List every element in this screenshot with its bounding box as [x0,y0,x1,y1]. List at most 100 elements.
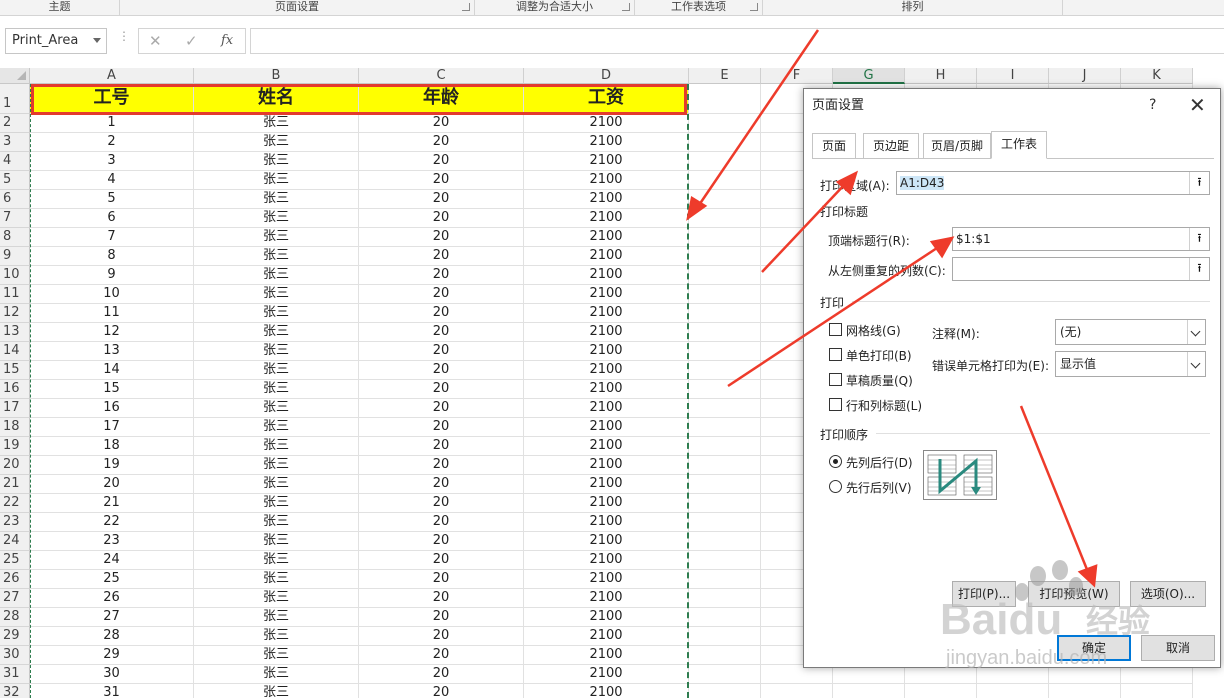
data-cell[interactable]: 2100 [524,190,689,209]
data-cell[interactable]: 29 [30,646,194,665]
tab-sheet[interactable]: 工作表 [991,131,1047,159]
data-cell[interactable]: 张三 [194,570,359,589]
data-cell[interactable]: 2100 [524,247,689,266]
empty-cell[interactable] [689,513,761,532]
data-cell[interactable]: 张三 [194,646,359,665]
row-header[interactable]: 30 [0,646,30,665]
data-cell[interactable]: 张三 [194,323,359,342]
data-cell[interactable]: 23 [30,532,194,551]
empty-cell[interactable] [689,247,761,266]
row-header[interactable]: 1 [0,84,30,114]
row-header[interactable]: 17 [0,399,30,418]
row-header[interactable]: 4 [0,152,30,171]
row-header[interactable]: 19 [0,437,30,456]
data-cell[interactable]: 20 [359,456,524,475]
empty-cell[interactable] [689,114,761,133]
formula-input[interactable] [250,28,1224,54]
row-header[interactable]: 29 [0,627,30,646]
chevron-down-icon[interactable] [1187,352,1205,376]
column-header-e[interactable]: E [689,68,761,84]
row-header[interactable]: 11 [0,285,30,304]
data-cell[interactable]: 2100 [524,437,689,456]
data-cell[interactable]: 2100 [524,361,689,380]
data-cell[interactable]: 2100 [524,456,689,475]
data-cell[interactable]: 20 [359,665,524,684]
column-header-c[interactable]: C [359,68,524,84]
data-cell[interactable]: 20 [359,475,524,494]
column-header-b[interactable]: B [194,68,359,84]
data-cell[interactable]: 20 [359,399,524,418]
chevron-down-icon[interactable] [93,38,101,43]
down-then-over-radio[interactable] [829,455,842,468]
dialog-launcher-icon[interactable] [622,3,630,11]
data-cell[interactable]: 20 [359,171,524,190]
row-header[interactable]: 23 [0,513,30,532]
empty-cell[interactable] [689,84,761,114]
data-cell[interactable]: 张三 [194,532,359,551]
row-header[interactable]: 31 [0,665,30,684]
column-header-j[interactable]: J [1049,68,1121,84]
data-cell[interactable]: 2100 [524,380,689,399]
data-cell[interactable]: 20 [359,342,524,361]
empty-cell[interactable] [689,608,761,627]
print-area-input[interactable]: A1:D43 ⭱ [896,171,1210,195]
data-cell[interactable]: 2100 [524,266,689,285]
empty-cell[interactable] [689,551,761,570]
data-cell[interactable]: 2100 [524,342,689,361]
data-cell[interactable]: 张三 [194,589,359,608]
empty-cell[interactable] [689,570,761,589]
data-cell[interactable]: 18 [30,437,194,456]
data-cell[interactable]: 张三 [194,266,359,285]
data-cell[interactable]: 张三 [194,551,359,570]
data-cell[interactable]: 2100 [524,646,689,665]
name-box[interactable]: Print_Area [5,28,107,54]
row-header[interactable]: 7 [0,209,30,228]
data-cell[interactable]: 20 [359,266,524,285]
data-cell[interactable]: 20 [359,532,524,551]
data-cell[interactable]: 16 [30,399,194,418]
data-cell[interactable]: 2100 [524,304,689,323]
empty-cell[interactable] [833,684,905,698]
empty-cell[interactable] [689,532,761,551]
close-icon[interactable]: ✕ [1189,93,1206,117]
empty-cell[interactable] [689,418,761,437]
collapse-dialog-icon[interactable]: ⭱ [1189,228,1209,250]
empty-cell[interactable] [689,152,761,171]
data-cell[interactable]: 张三 [194,437,359,456]
empty-cell[interactable] [689,684,761,698]
data-cell[interactable]: 张三 [194,494,359,513]
data-cell[interactable]: 20 [359,152,524,171]
data-cell[interactable]: 张三 [194,684,359,698]
data-cell[interactable]: 张三 [194,475,359,494]
gridlines-checkbox[interactable] [829,323,842,336]
row-header[interactable]: 13 [0,323,30,342]
row-header[interactable]: 26 [0,570,30,589]
data-cell[interactable]: 4 [30,171,194,190]
empty-cell[interactable] [689,285,761,304]
check-icon[interactable]: ✓ [185,32,198,50]
row-header[interactable]: 15 [0,361,30,380]
data-cell[interactable]: 9 [30,266,194,285]
column-header-d[interactable]: D [524,68,689,84]
row-header[interactable]: 27 [0,589,30,608]
collapse-dialog-icon[interactable]: ⭱ [1189,172,1209,194]
row-header[interactable]: 22 [0,494,30,513]
data-cell[interactable]: 13 [30,342,194,361]
data-cell[interactable]: 22 [30,513,194,532]
row-header[interactable]: 20 [0,456,30,475]
data-cell[interactable]: 2100 [524,285,689,304]
data-cell[interactable]: 20 [359,437,524,456]
row-header[interactable]: 12 [0,304,30,323]
dialog-launcher-icon[interactable] [462,3,470,11]
data-cell[interactable]: 15 [30,380,194,399]
data-cell[interactable]: 20 [359,684,524,698]
data-cell[interactable]: 张三 [194,665,359,684]
data-cell[interactable]: 20 [359,323,524,342]
data-cell[interactable]: 张三 [194,608,359,627]
row-header[interactable]: 9 [0,247,30,266]
data-cell[interactable]: 2100 [524,114,689,133]
row-header[interactable]: 5 [0,171,30,190]
data-cell[interactable]: 20 [30,475,194,494]
row-header[interactable]: 21 [0,475,30,494]
empty-cell[interactable] [689,323,761,342]
